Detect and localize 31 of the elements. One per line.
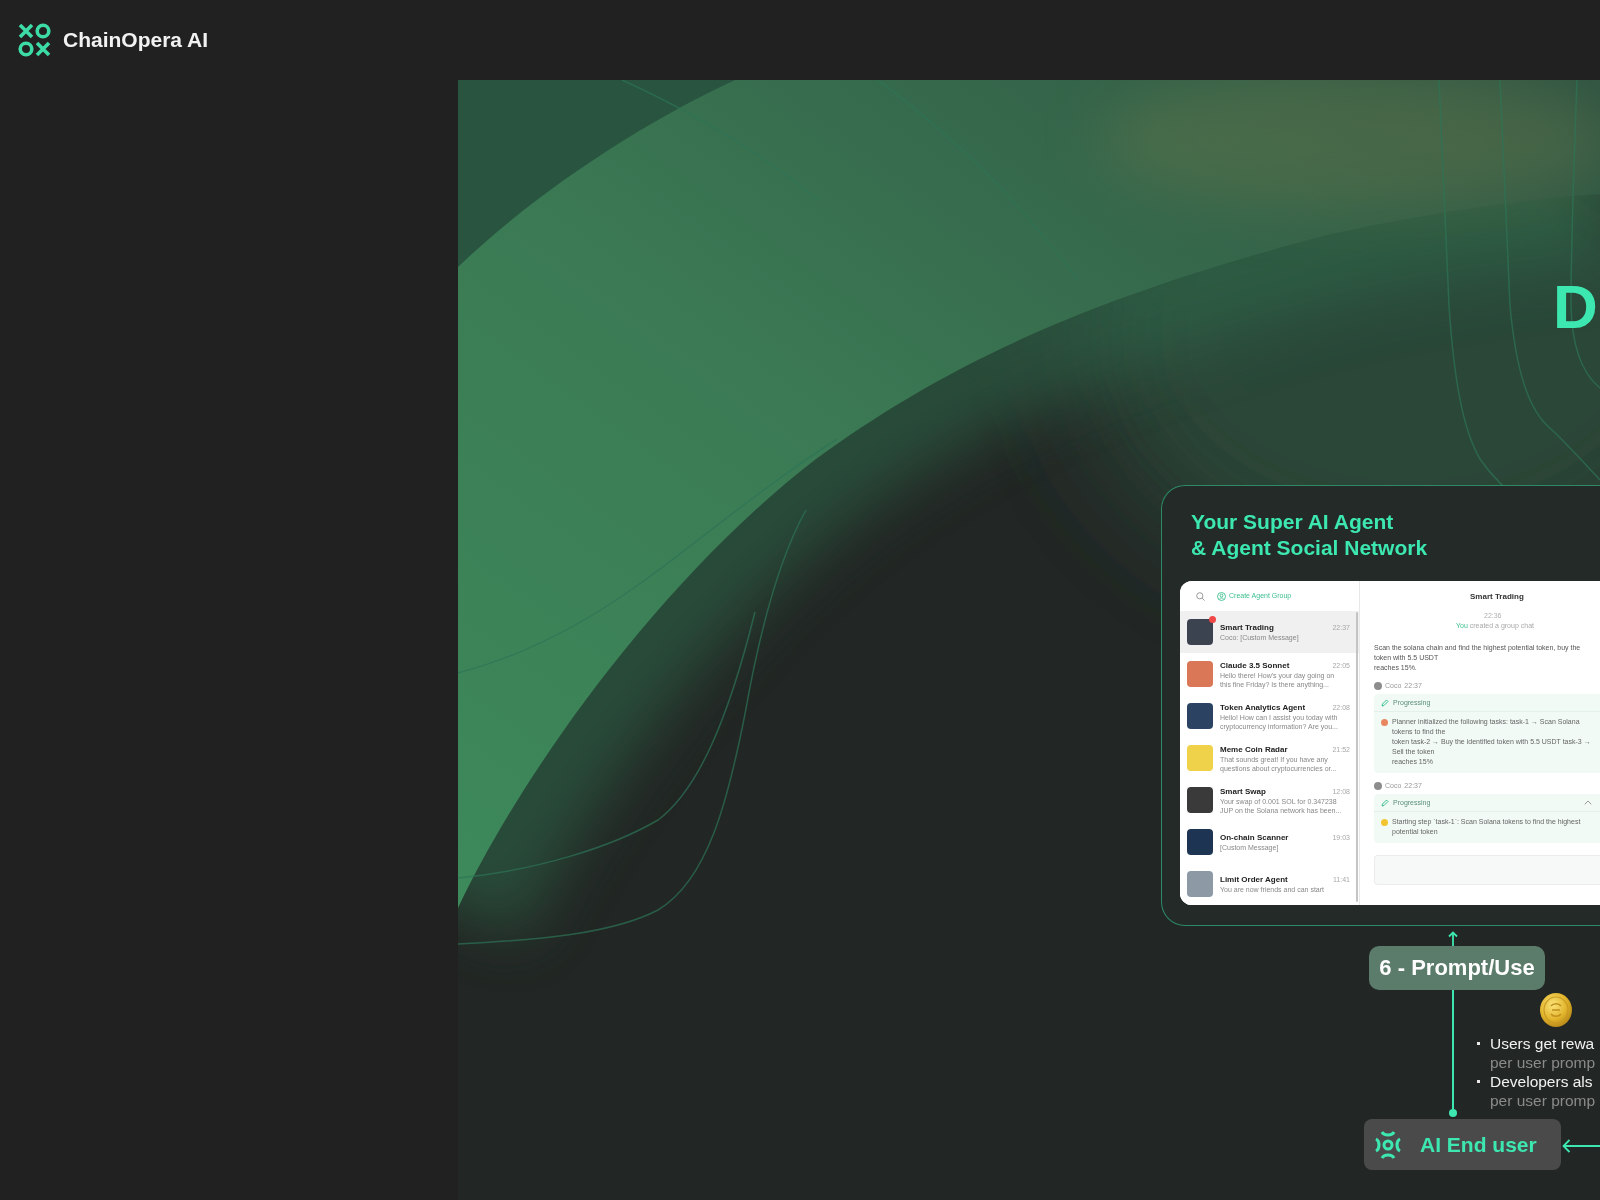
arrow-left	[1562, 1139, 1600, 1153]
chat-name: Limit Order Agent	[1220, 874, 1288, 885]
edit-icon	[1381, 798, 1389, 807]
chat-name: Token Analytics Agent	[1220, 701, 1306, 713]
chat-name: Claude 3.5 Sonnet	[1220, 659, 1290, 671]
chat-name: On-chain Scanner	[1220, 832, 1289, 843]
brand-name: ChainOpera AI	[63, 27, 209, 53]
hero-heading: D	[1553, 276, 1598, 338]
group-icon	[1217, 591, 1226, 601]
search-icon[interactable]	[1196, 591, 1205, 601]
chevron-up-icon[interactable]	[1584, 800, 1592, 805]
reward-detail: per user promp	[1490, 1091, 1596, 1110]
sender-avatar-icon	[1374, 682, 1382, 690]
coin-icon	[1540, 993, 1572, 1027]
reward-detail: per user promp	[1490, 1053, 1596, 1072]
end-user-node[interactable]: AI End user	[1364, 1119, 1561, 1170]
chat-name: Meme Coin Radar	[1220, 743, 1288, 755]
step-label: 6 - Prompt/Use	[1369, 946, 1545, 990]
reward-title: Developers als	[1490, 1072, 1593, 1091]
logo-icon	[18, 23, 51, 57]
chat-name: Smart Swap	[1220, 785, 1266, 797]
card-title: Your Super AI Agent & Agent Social Network	[1191, 509, 1428, 561]
edit-icon	[1381, 698, 1389, 707]
reward-title: Users get rewa	[1490, 1034, 1595, 1053]
end-user-icon	[1374, 1129, 1402, 1160]
end-user-label: AI End user	[1420, 1131, 1537, 1158]
scrollbar[interactable]	[1356, 612, 1358, 902]
chat-name: Smart Trading	[1220, 622, 1274, 633]
sender-avatar-icon	[1374, 782, 1382, 790]
chat-title: Smart Trading	[1470, 590, 1524, 602]
arrow-up	[1448, 931, 1458, 946]
